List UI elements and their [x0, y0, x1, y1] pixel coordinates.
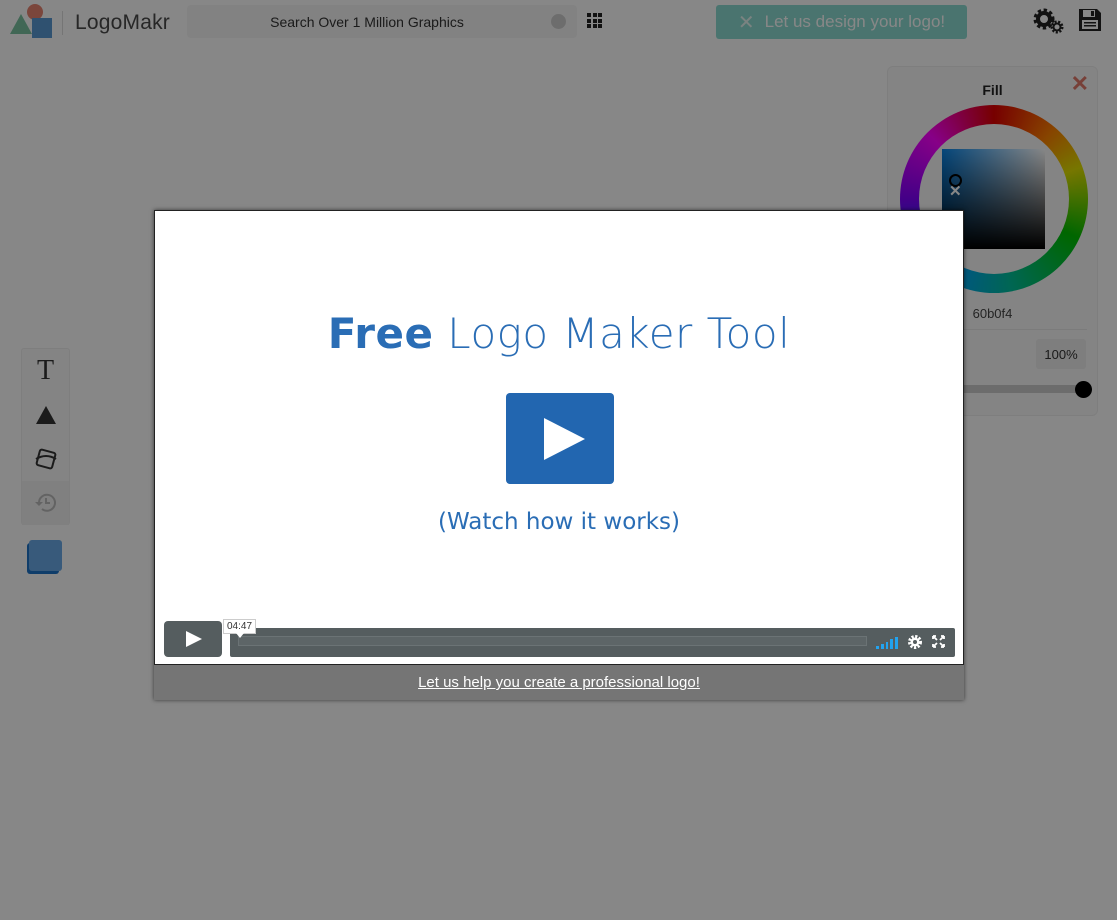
volume-bar	[895, 637, 898, 649]
video-controls: 04:47	[164, 619, 955, 657]
video-player[interactable]: Free Logo Maker Tool (Watch how it works…	[154, 210, 964, 665]
big-play-button[interactable]	[506, 393, 614, 484]
volume-bar	[885, 641, 889, 649]
video-title: Free Logo Maker Tool	[155, 309, 963, 358]
control-bar	[230, 628, 955, 657]
volume-bar	[876, 646, 879, 649]
duration-tooltip: 04:47	[223, 619, 257, 638]
fullscreen-icon[interactable]	[932, 635, 945, 648]
modal-footer: Let us help you create a professional lo…	[154, 665, 964, 700]
video-title-rest: Logo Maker Tool	[433, 309, 791, 358]
settings-icon[interactable]	[907, 634, 923, 650]
progress-bar[interactable]	[238, 636, 867, 646]
play-button[interactable]	[164, 621, 222, 657]
video-title-bold: Free	[327, 309, 434, 358]
professional-logo-link[interactable]: Let us help you create a professional lo…	[418, 674, 700, 691]
volume-bar	[880, 643, 884, 649]
video-subtitle: (Watch how it works)	[438, 509, 680, 535]
volume-bar	[890, 639, 894, 649]
volume-icon[interactable]	[876, 637, 898, 649]
video-modal: Free Logo Maker Tool (Watch how it works…	[154, 210, 964, 700]
